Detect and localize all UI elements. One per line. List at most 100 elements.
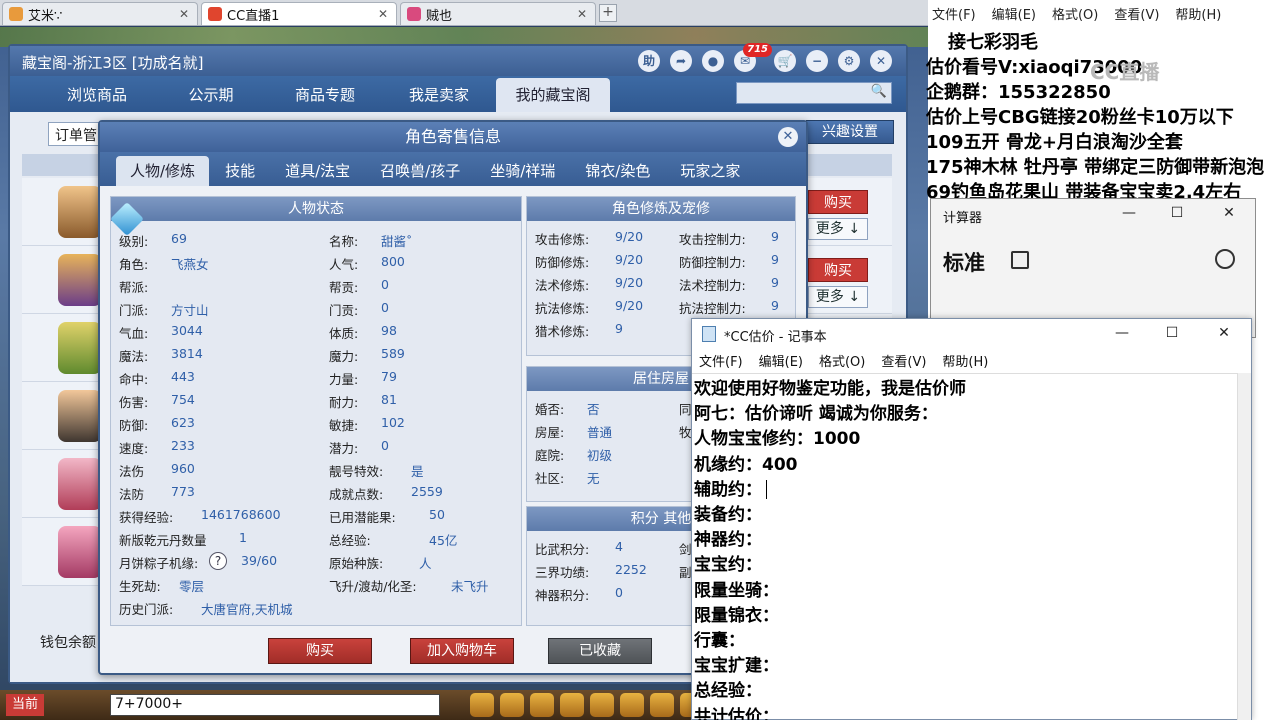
toolbar-icon[interactable] [590,693,614,717]
minimize-icon[interactable]: − [806,50,828,72]
close-icon[interactable]: ✕ [870,50,892,72]
toolbar-icon[interactable] [650,693,674,717]
points-extra-label: 副 [679,565,692,580]
menu-format[interactable]: 格式(O) [819,351,865,370]
menu-file[interactable]: 文件(F) [932,4,976,23]
maximize-icon[interactable]: ☐ [1167,205,1187,221]
stat-right-row: 魔力: 589 [329,346,405,365]
help-icon[interactable]: 助 [638,50,660,72]
notepad-scrollbar[interactable] [1237,373,1251,720]
control-row-label: 抗法控制力: [679,301,746,316]
cart-icon[interactable]: 🛒 [774,50,796,72]
extra-right-row: 已用潜能果: 50 [329,507,445,526]
nav-tab-public[interactable]: 公示期 [154,78,268,112]
add-to-cart-button[interactable]: 加入购物车 [410,638,514,664]
toolbar-icon[interactable] [530,693,554,717]
house-extra-label: 牧 [679,425,692,440]
notepad-text-area[interactable]: 欢迎使用好物鉴定功能，我是估价师 阿七：估价谛听 竭诚为你服务： 人物宝宝修约：… [692,373,1237,720]
cultivation-row-label: 防御修炼: [535,255,590,270]
browser-tab-3[interactable]: 贼也 ✕ [400,2,596,25]
new-tab-button[interactable]: + [599,4,617,22]
message-icon[interactable]: ✉ 715 [734,43,772,72]
tab-skills[interactable]: 技能 [211,156,269,186]
tab-favicon-icon [9,7,23,21]
cbg-nav: 浏览商品 公示期 商品专题 我是卖家 我的藏宝阁 🔍 [10,76,906,112]
menu-view[interactable]: 查看(V) [1114,4,1159,23]
note-line: 共计估价： [694,706,779,720]
tab-character[interactable]: 人物/修炼 [116,156,210,186]
toolbar-icon[interactable] [470,693,494,717]
close-tab-icon[interactable]: ✕ [575,7,589,21]
close-tab-icon[interactable]: ✕ [177,7,191,21]
more-button[interactable]: 更多 ↓ [808,286,868,308]
toolbar-icon[interactable] [500,693,524,717]
tab-label: 艾米∵ [28,8,63,24]
extra-right-row: 飞升/渡劫/化圣: 未飞升 [329,576,489,595]
tab-outfits[interactable]: 锦衣/染色 [571,156,664,186]
overlay-line: 估价上号CBG链接20粉丝卡10万以下 [926,107,1234,128]
note-line: 阿七：估价谛听 竭诚为你服务： [694,404,938,425]
nav-tab-seller[interactable]: 我是卖家 [382,78,496,112]
nav-tab-topics[interactable]: 商品专题 [268,78,382,112]
record-icon[interactable]: ● [702,50,724,72]
stat-right-row-value: 0 [381,438,389,453]
minimize-icon[interactable]: — [1119,205,1139,221]
extra-right-row-label: 已用潜能果: [329,510,396,525]
dialog-close-icon[interactable]: ✕ [778,127,798,147]
maximize-icon[interactable]: ☐ [1162,325,1182,341]
browser-tab-1[interactable]: 艾米∵ ✕ [2,2,198,25]
close-icon[interactable]: ✕ [1219,205,1239,221]
menu-edit[interactable]: 编辑(E) [992,4,1036,23]
menu-format[interactable]: 格式(O) [1052,4,1098,23]
toolbar-icon[interactable] [560,693,584,717]
tab-pets[interactable]: 召唤兽/孩子 [366,156,474,186]
nav-tab-browse[interactable]: 浏览商品 [40,78,154,112]
stat-left-row-value: 3044 [171,323,203,338]
buy-button[interactable]: 购买 [808,190,868,214]
menu-view[interactable]: 查看(V) [881,351,926,370]
chat-input[interactable]: 7+7000+ [110,694,440,716]
extra-right-row-label: 飞升/渡劫/化圣: [329,579,417,594]
browser-tab-2[interactable]: CC直播1 ✕ [201,2,397,25]
stat-left-row: 帮派: [119,277,148,296]
stat-left-row-value: 773 [171,484,195,499]
share-icon[interactable]: ➦ [670,50,692,72]
menu-help[interactable]: 帮助(H) [942,351,988,370]
search-input[interactable]: 🔍 [736,82,892,104]
toolbar-icon[interactable] [620,693,644,717]
menu-file[interactable]: 文件(F) [699,351,743,370]
stat-right-row-label: 耐力: [329,395,359,410]
close-icon[interactable]: ✕ [1214,325,1234,341]
status-panel: 人物状态 级别: 69 角色: 飞燕女 帮派: 门派: 方寸山 气血: 3044 魔法: 3814 命… [110,196,522,626]
settings-gear-icon[interactable]: ⚙ [838,50,860,72]
favorited-button[interactable]: 已收藏 [548,638,652,664]
keep-on-top-icon[interactable] [1011,251,1029,269]
minimize-icon[interactable]: — [1112,325,1132,341]
more-button[interactable]: 更多 ↓ [808,218,868,240]
stat-left-row-value: 方寸山 [171,303,209,318]
stat-right-row-value: 589 [381,346,405,361]
tab-favicon-icon [208,7,222,21]
stat-right-row: 人气: 800 [329,254,405,273]
points-extra-label: 剑 [679,542,692,557]
calculator-mode[interactable]: 标准 [943,247,985,277]
stat-right-row-value: 2559 [411,484,443,499]
tab-mounts[interactable]: 坐骑/祥瑞 [476,156,569,186]
search-icon[interactable]: 🔍 [871,84,887,99]
history-icon[interactable] [1215,249,1235,269]
close-tab-icon[interactable]: ✕ [376,7,390,21]
stat-left-row-label: 角色: [119,257,149,272]
menu-edit[interactable]: 编辑(E) [759,351,803,370]
tab-items[interactable]: 道具/法宝 [271,156,364,186]
menu-help[interactable]: 帮助(H) [1175,4,1221,23]
interest-settings-button[interactable]: 兴趣设置 [806,120,894,144]
cultivation-row-value: 9/20 [615,229,644,244]
chat-channel-button[interactable]: 当前 [6,694,44,716]
buy-button[interactable]: 购买 [808,258,868,282]
extra-left-row-value: 1461768600 [201,507,281,522]
nav-tab-my-cbg[interactable]: 我的藏宝阁 [496,78,610,112]
help-question-icon[interactable]: ? [209,552,227,570]
buy-button[interactable]: 购买 [268,638,372,664]
tab-player-home[interactable]: 玩家之家 [666,156,754,186]
extra-left-row-label: 新版乾元丹数量 [119,533,207,548]
